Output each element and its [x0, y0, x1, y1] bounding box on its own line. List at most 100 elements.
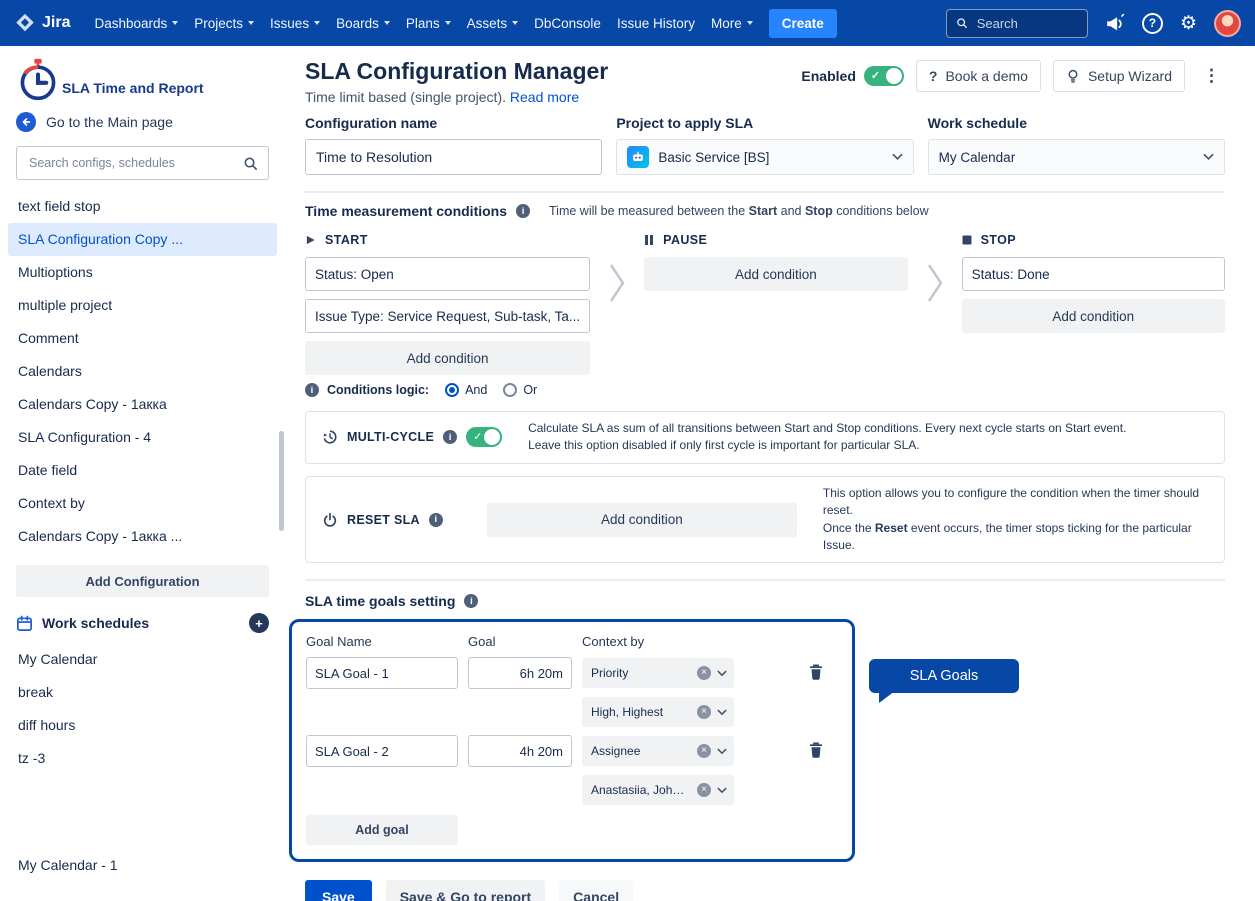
start-add-condition-button[interactable]: Add condition: [305, 341, 590, 375]
radio-or[interactable]: [503, 383, 517, 397]
info-icon[interactable]: i: [443, 430, 457, 444]
save-go-report-button[interactable]: Save & Go to report: [386, 880, 545, 901]
config-item[interactable]: Calendars Copy - 1акка ...: [8, 520, 277, 553]
settings-icon[interactable]: ⚙: [1180, 14, 1197, 33]
config-item[interactable]: Multioptions: [8, 256, 277, 289]
nav-item-issue-history[interactable]: Issue History: [609, 10, 703, 37]
config-item[interactable]: Calendars: [8, 355, 277, 388]
goals-section-header: SLA time goals setting i: [305, 593, 1225, 609]
start-condition[interactable]: Status: Open: [305, 257, 590, 291]
config-name-input[interactable]: [305, 139, 602, 175]
enabled-control: Enabled ✓: [801, 66, 903, 86]
schedule-item[interactable]: My Calendar - 1: [8, 849, 277, 882]
context-values-select[interactable]: Anastasiia, John Smit... ×: [582, 775, 734, 805]
work-schedule-select[interactable]: My Calendar: [928, 139, 1225, 175]
add-configuration-button[interactable]: Add Configuration: [16, 565, 269, 597]
chevron-down-icon: [445, 21, 451, 25]
pause-add-condition-button[interactable]: Add condition: [644, 257, 907, 291]
multi-cycle-description: Calculate SLA as sum of all transitions …: [528, 420, 1126, 455]
more-options-button[interactable]: ⋮: [1197, 61, 1225, 91]
project-select[interactable]: Basic Service [BS]: [616, 139, 913, 175]
enabled-toggle[interactable]: ✓: [864, 66, 904, 86]
delete-goal-button[interactable]: [800, 735, 832, 767]
chevron-down-icon: [248, 21, 254, 25]
select-value: High, Highest: [591, 705, 691, 719]
goal-value-input[interactable]: [468, 657, 572, 689]
schedule-select-value: My Calendar: [939, 150, 1194, 165]
clear-icon[interactable]: ×: [697, 705, 711, 719]
nav-item-more[interactable]: More: [703, 10, 761, 37]
clear-icon[interactable]: ×: [697, 666, 711, 680]
time-measurement-hint: Time will be measured between the Start …: [549, 204, 929, 218]
stop-add-condition-button[interactable]: Add condition: [962, 299, 1225, 333]
user-avatar[interactable]: [1214, 10, 1241, 37]
config-item[interactable]: Date field: [8, 454, 277, 487]
title-block: SLA Configuration Manager Time limit bas…: [305, 54, 608, 105]
global-search[interactable]: [946, 9, 1088, 38]
setup-wizard-button[interactable]: Setup Wizard: [1053, 60, 1185, 92]
goal-name-input[interactable]: [306, 657, 458, 689]
nav-item-projects[interactable]: Projects: [186, 10, 262, 37]
goal-name-input[interactable]: [306, 735, 458, 767]
context-field-select[interactable]: Assignee ×: [582, 736, 734, 766]
page: Jira Dashboards Projects Issues Boards P…: [0, 0, 1255, 901]
config-item[interactable]: multiple project: [8, 289, 277, 322]
save-button[interactable]: Save: [305, 880, 372, 901]
add-goal-button[interactable]: Add goal: [306, 815, 458, 845]
create-button[interactable]: Create: [769, 9, 837, 38]
nav-item-dashboards[interactable]: Dashboards: [86, 10, 186, 37]
config-item[interactable]: Context by: [8, 487, 277, 520]
sidebar-search[interactable]: [16, 146, 269, 180]
conditions-grid: START Status: Open Issue Type: Service R…: [305, 229, 1225, 375]
logic-or-option[interactable]: Or: [503, 383, 537, 397]
back-to-main-button[interactable]: Go to the Main page: [16, 112, 269, 132]
toggle-knob: [484, 429, 500, 445]
config-item[interactable]: Calendars Copy - 1акка: [8, 388, 277, 421]
help-icon[interactable]: ?: [1142, 13, 1163, 34]
nav-item-boards[interactable]: Boards: [328, 10, 398, 37]
schedule-item[interactable]: break: [8, 676, 277, 709]
clear-icon[interactable]: ×: [697, 783, 711, 797]
pause-icon: [644, 234, 654, 246]
start-condition[interactable]: Issue Type: Service Request, Sub-task, T…: [305, 299, 590, 333]
jira-home-link[interactable]: Jira: [14, 12, 70, 34]
logic-and-option[interactable]: And: [445, 383, 487, 397]
goal-value-input[interactable]: [468, 735, 572, 767]
global-search-input[interactable]: [975, 15, 1078, 32]
cancel-button[interactable]: Cancel: [559, 880, 633, 901]
sidebar-scrollbar[interactable]: [279, 431, 284, 531]
config-item-selected[interactable]: SLA Configuration Copy ...: [8, 223, 277, 256]
config-item[interactable]: text field stop: [8, 190, 277, 223]
radio-and[interactable]: [445, 383, 459, 397]
context-field-select[interactable]: Priority ×: [582, 658, 734, 688]
info-icon[interactable]: i: [516, 204, 530, 218]
config-item[interactable]: SLA Configuration - 4: [8, 421, 277, 454]
nav-item-dbconsole[interactable]: DbConsole: [526, 10, 609, 37]
reset-sla-card: RESET SLA i Add condition This option al…: [305, 476, 1225, 564]
info-icon[interactable]: i: [429, 513, 443, 527]
info-icon[interactable]: i: [464, 594, 478, 608]
clear-icon[interactable]: ×: [697, 744, 711, 758]
schedule-item[interactable]: diff hours: [8, 709, 277, 742]
stop-condition[interactable]: Status: Done: [962, 257, 1225, 291]
schedule-item[interactable]: tz -3: [8, 742, 277, 775]
nav-item-issues[interactable]: Issues: [262, 10, 328, 37]
schedule-item[interactable]: My Calendar: [8, 643, 277, 676]
nav-item-plans[interactable]: Plans: [398, 10, 459, 37]
reset-sla-label: RESET SLA: [347, 513, 420, 527]
context-values-select[interactable]: High, Highest ×: [582, 697, 734, 727]
book-demo-button[interactable]: ? Book a demo: [916, 60, 1041, 92]
read-more-link[interactable]: Read more: [510, 89, 579, 105]
conditions-logic-row: i Conditions logic: And Or: [305, 383, 1225, 397]
reset-add-condition-button[interactable]: Add condition: [487, 503, 797, 537]
sidebar-search-input[interactable]: [27, 155, 235, 171]
config-item[interactable]: Comment: [8, 322, 277, 355]
announcements-icon[interactable]: [1104, 13, 1125, 34]
chevron-down-icon: [892, 153, 903, 161]
add-schedule-button[interactable]: +: [249, 613, 269, 633]
config-name-field: Configuration name: [305, 115, 602, 175]
multi-cycle-toggle[interactable]: ✓: [466, 427, 502, 447]
delete-goal-button[interactable]: [800, 657, 832, 689]
nav-item-assets[interactable]: Assets: [459, 10, 527, 37]
info-icon[interactable]: i: [305, 383, 319, 397]
